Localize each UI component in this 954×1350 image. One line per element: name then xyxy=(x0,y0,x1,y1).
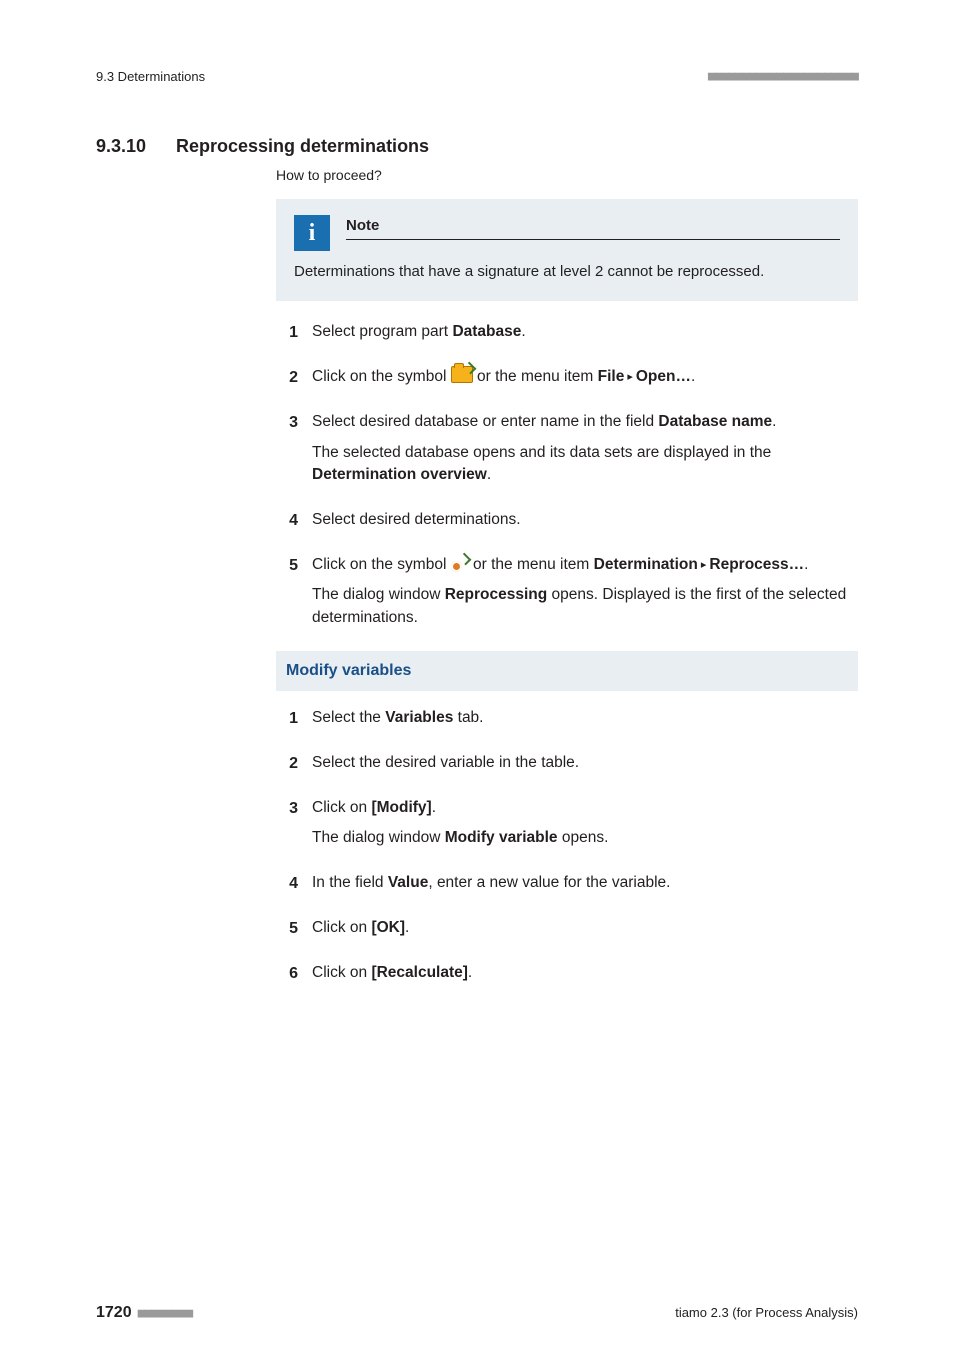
reprocess-icon xyxy=(451,556,469,572)
section-heading: 9.3.10 Reprocessing determinations xyxy=(96,133,858,159)
menu-triangle-icon: ▸ xyxy=(627,371,633,383)
step-6: 6 Click on [Recalculate]. xyxy=(276,962,858,985)
step-number: 5 xyxy=(276,554,298,629)
step-number: 3 xyxy=(276,411,298,486)
step-3: 3 Click on [Modify]. The dialog window M… xyxy=(276,797,858,850)
footer-dashes: ■■■■■■■■ xyxy=(138,1306,193,1321)
step-number: 2 xyxy=(276,752,298,775)
proceed-prompt: How to proceed? xyxy=(276,165,858,185)
step-number: 4 xyxy=(276,509,298,532)
header-dashes: ■■■■■■■■■■■■■■■■■■■■■■ xyxy=(708,68,858,87)
step-5: 5 Click on [OK]. xyxy=(276,917,858,940)
step-text: Select the desired variable in the table… xyxy=(312,752,858,775)
open-folder-icon xyxy=(451,366,473,383)
step-text: Select program part Database. xyxy=(312,321,858,344)
step-text: Click on the symbol or the menu item Fil… xyxy=(312,366,858,389)
steps-primary: 1 Select program part Database. 2 Click … xyxy=(276,321,858,629)
footer-right: tiamo 2.3 (for Process Analysis) xyxy=(675,1304,858,1323)
running-header: 9.3 Determinations ■■■■■■■■■■■■■■■■■■■■■… xyxy=(96,68,858,87)
steps-modify-variables: 1 Select the Variables tab. 2 Select the… xyxy=(276,707,858,986)
step-number: 2 xyxy=(276,366,298,389)
step-2: 2 Click on the symbol or the menu item F… xyxy=(276,366,858,389)
step-3: 3 Select desired database or enter name … xyxy=(276,411,858,486)
note-label: Note xyxy=(346,215,840,240)
note-body: Determinations that have a signature at … xyxy=(294,261,840,283)
step-5: 5 Click on the symbol or the menu item D… xyxy=(276,554,858,629)
page: 9.3 Determinations ■■■■■■■■■■■■■■■■■■■■■… xyxy=(0,0,954,1350)
sub-heading: Modify variables xyxy=(276,651,858,690)
step-text: Click on [Modify]. The dialog window Mod… xyxy=(312,797,858,850)
step-text: Select desired determinations. xyxy=(312,509,858,532)
step-text: Click on [OK]. xyxy=(312,917,858,940)
step-text: Click on [Recalculate]. xyxy=(312,962,858,985)
step-4: 4 In the field Value, enter a new value … xyxy=(276,872,858,895)
step-4: 4 Select desired determinations. xyxy=(276,509,858,532)
section-number: 9.3.10 xyxy=(96,133,176,159)
note-box: i Note Determinations that have a signat… xyxy=(276,199,858,301)
step-text: Click on the symbol or the menu item Det… xyxy=(312,554,858,629)
header-section: 9.3 Determinations xyxy=(96,68,205,87)
step-text: Select desired database or enter name in… xyxy=(312,411,858,486)
page-number: 1720 xyxy=(96,1304,132,1321)
step-number: 4 xyxy=(276,872,298,895)
step-number: 3 xyxy=(276,797,298,850)
info-icon: i xyxy=(294,215,330,251)
page-footer: 1720 ■■■■■■■■ tiamo 2.3 (for Process Anal… xyxy=(96,1301,858,1324)
footer-left: 1720 ■■■■■■■■ xyxy=(96,1301,192,1324)
step-text: Select the Variables tab. xyxy=(312,707,858,730)
step-text: In the field Value, enter a new value fo… xyxy=(312,872,858,895)
step-number: 5 xyxy=(276,917,298,940)
menu-triangle-icon: ▸ xyxy=(701,559,707,571)
step-number: 6 xyxy=(276,962,298,985)
step-number: 1 xyxy=(276,321,298,344)
step-2: 2 Select the desired variable in the tab… xyxy=(276,752,858,775)
step-1: 1 Select the Variables tab. xyxy=(276,707,858,730)
step-1: 1 Select program part Database. xyxy=(276,321,858,344)
section-title: Reprocessing determinations xyxy=(176,133,429,159)
step-number: 1 xyxy=(276,707,298,730)
